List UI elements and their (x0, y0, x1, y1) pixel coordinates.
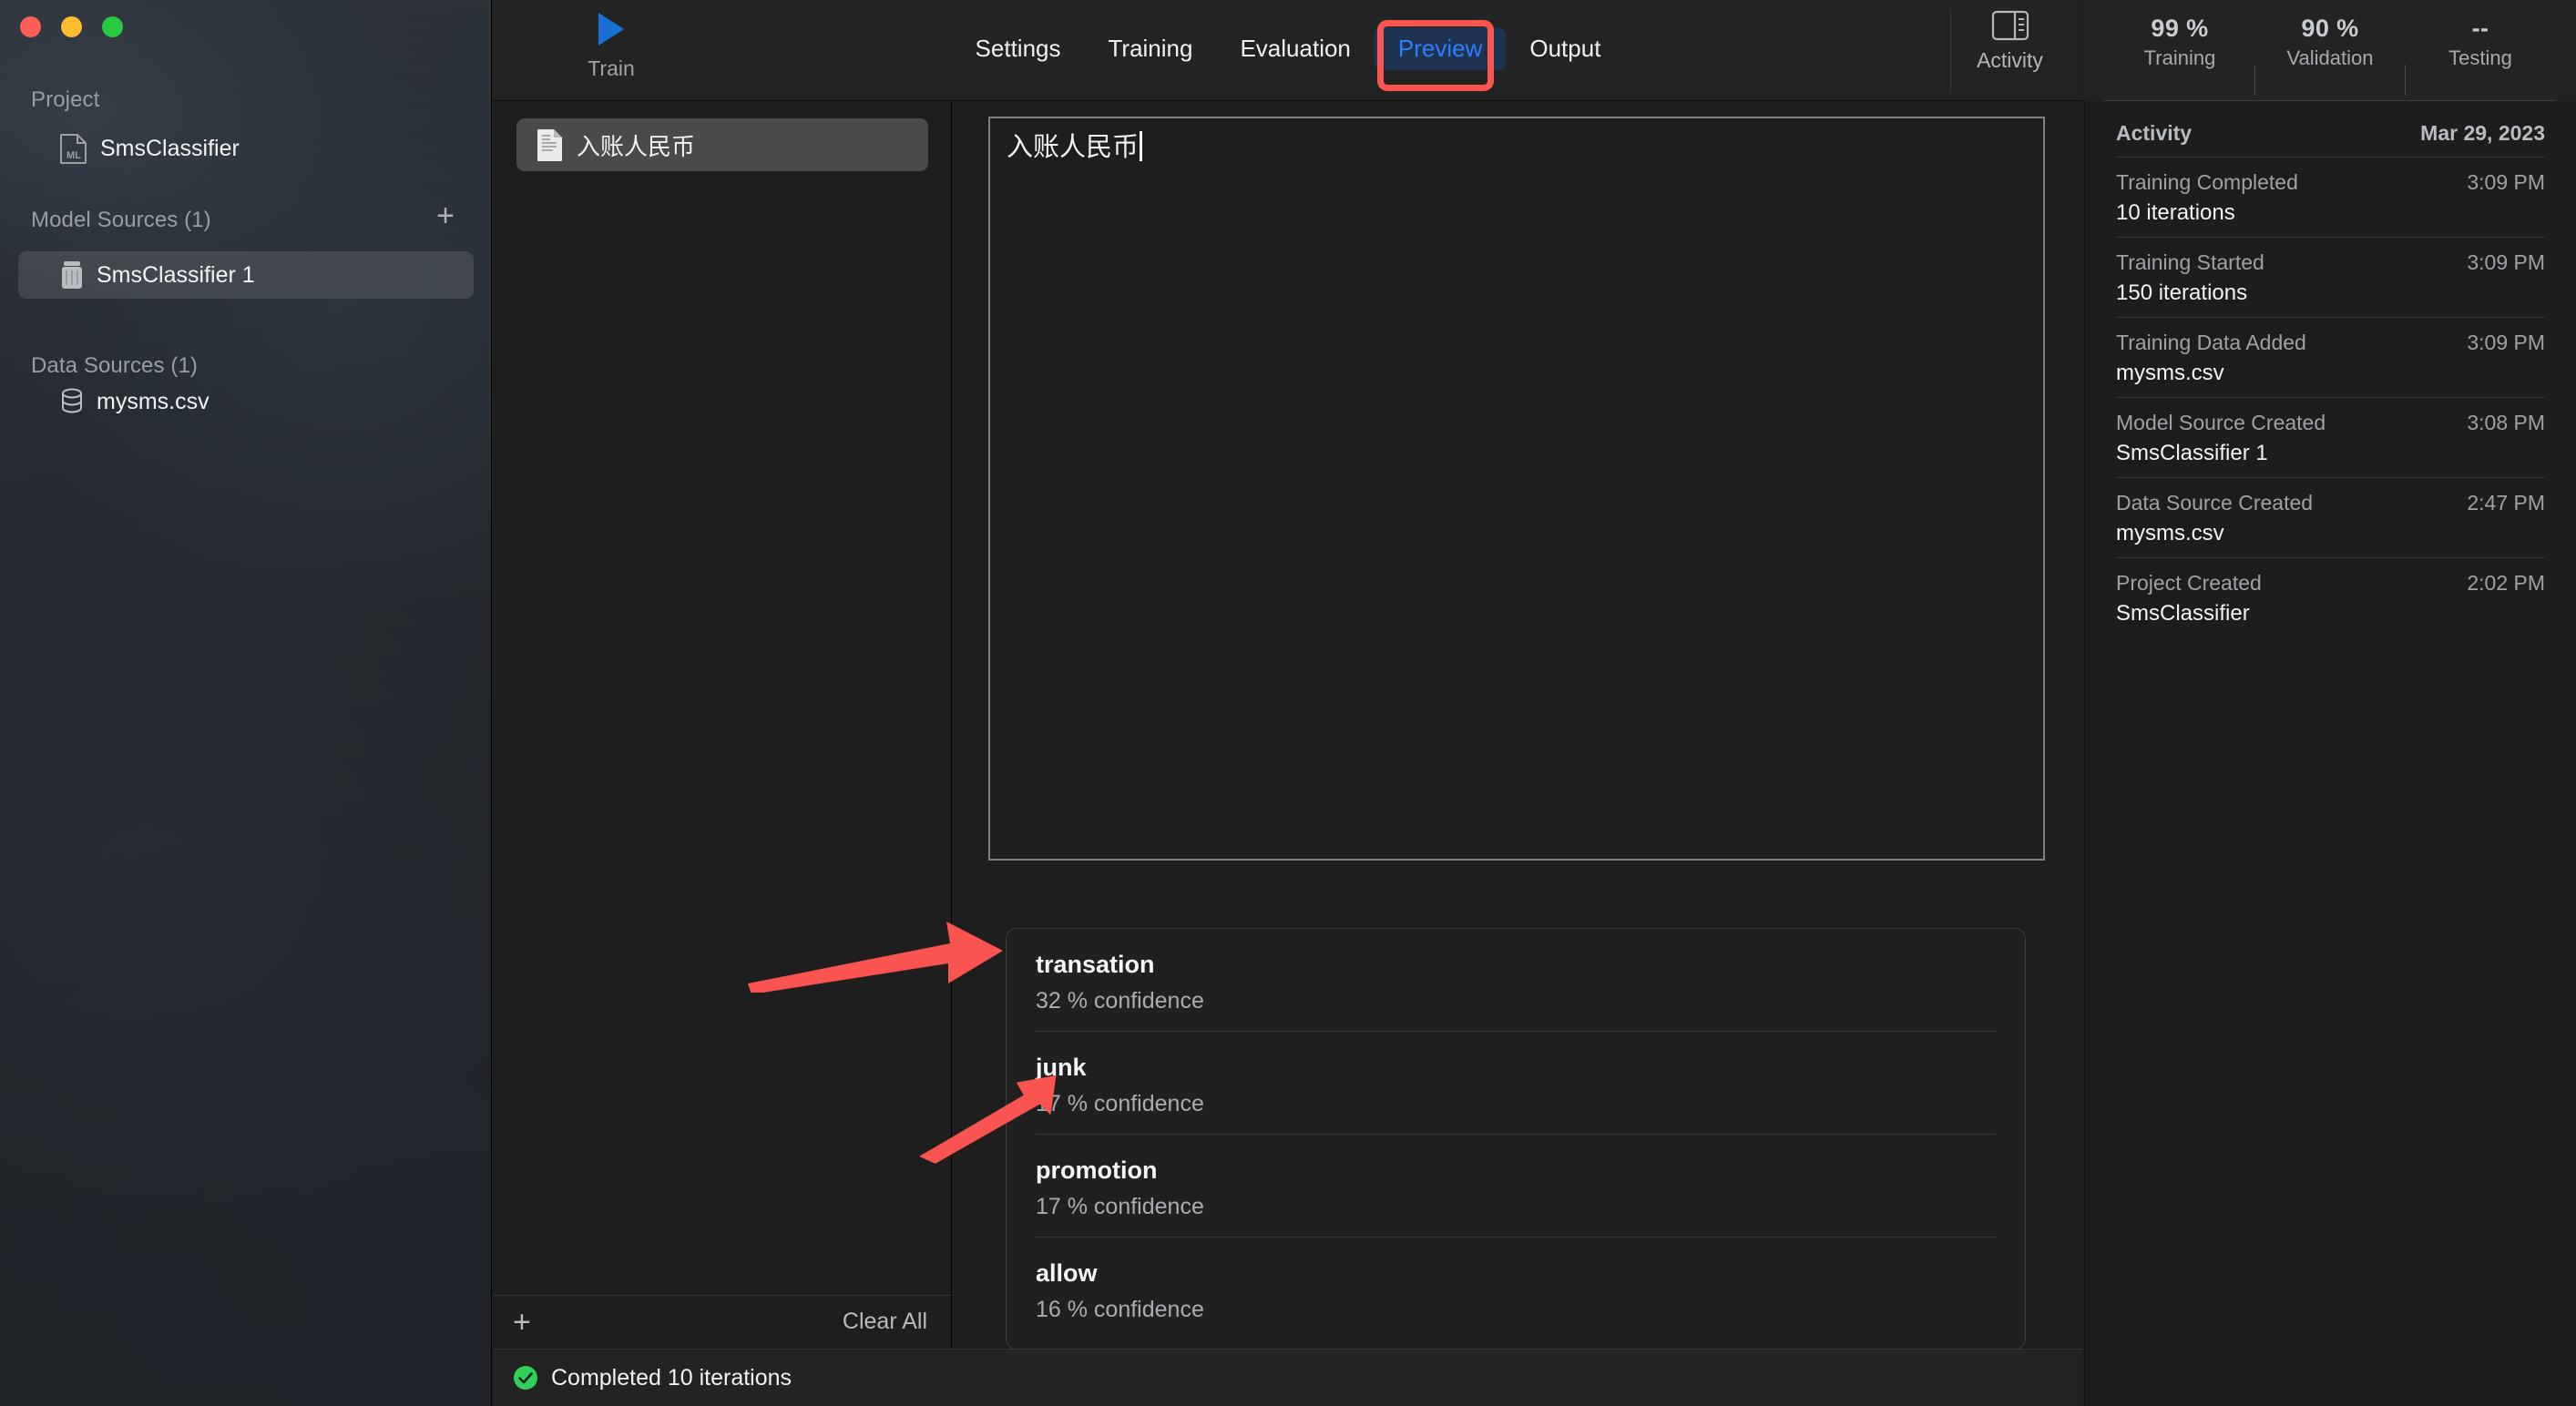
tab-evaluation[interactable]: Evaluation (1216, 27, 1374, 70)
prediction-results-card: transation 32 % confidence junk 17 % con… (1006, 928, 2026, 1350)
activity-item-detail: 10 iterations (2116, 200, 2545, 226)
text-document-icon (537, 128, 564, 161)
activity-panel-title: Activity (2116, 121, 2192, 146)
tab-output[interactable]: Output (1506, 27, 1624, 70)
metric-training: 99 % Training (2105, 15, 2254, 70)
status-bar: Completed 10 iterations (493, 1349, 2083, 1406)
add-preview-item-button[interactable]: + (513, 1307, 531, 1338)
activity-item-detail: 150 iterations (2116, 280, 2545, 306)
prediction-confidence: 32 % confidence (1036, 988, 1996, 1014)
activity-item-detail: mysms.csv (2116, 521, 2545, 546)
preview-input-list: 入账人民币 (493, 102, 952, 1327)
metric-caption: Testing (2448, 46, 2512, 70)
database-icon (60, 387, 84, 416)
preview-main-panel: 入账人民币 transation 32 % confidence junk 17… (953, 102, 2083, 1348)
preview-list-item-label: 入账人民币 (577, 128, 695, 162)
activity-item-title: Training Data Added (2116, 331, 2306, 355)
add-model-source-button[interactable]: + (430, 202, 461, 233)
preview-list-item[interactable]: 入账人民币 (516, 118, 928, 171)
prediction-label: junk (1036, 1054, 1996, 1082)
activity-item: Project Created 2:02 PM SmsClassifier (2116, 557, 2545, 637)
activity-item-title: Training Completed (2116, 170, 2298, 195)
prediction-label: allow (1036, 1259, 1996, 1288)
metric-value: 99 % (2151, 15, 2208, 43)
sidebar-item-model-source-smsclassifier-1[interactable]: SmsClassifier 1 (18, 251, 474, 299)
activity-item-time: 3:09 PM (2467, 170, 2545, 195)
app-window: Project ML SmsClassifier Model Sources (… (0, 0, 2576, 1406)
activity-item-detail: SmsClassifier 1 (2116, 441, 2545, 466)
preview-text-input[interactable]: 入账人民币 (988, 117, 2045, 861)
window-traffic-lights (20, 16, 123, 37)
metric-caption: Training (2144, 46, 2216, 70)
prediction-row: allow 16 % confidence (1036, 1237, 1996, 1340)
tab-settings[interactable]: Settings (952, 27, 1085, 70)
metric-value: -- (2472, 15, 2489, 43)
prediction-confidence: 16 % confidence (1036, 1297, 1996, 1323)
activity-item-time: 3:09 PM (2467, 250, 2545, 275)
tab-preview[interactable]: Preview (1375, 27, 1506, 70)
sidebar-section-header-project: Project (31, 87, 99, 113)
activity-item-title: Model Source Created (2116, 411, 2326, 435)
activity-panel-toggle-button[interactable]: Activity (1950, 9, 2069, 93)
minimize-window-button[interactable] (61, 16, 82, 37)
ml-document-icon: ML (60, 133, 87, 164)
model-source-icon (60, 260, 84, 290)
prediction-confidence: 17 % confidence (1036, 1194, 1996, 1220)
sidebar-section-header-model-sources: Model Sources (1) (31, 208, 211, 233)
activity-toggle-label: Activity (1977, 48, 2043, 73)
activity-panel-header: Activity Mar 29, 2023 (2116, 101, 2545, 157)
activity-item: Model Source Created 3:08 PM SmsClassifi… (2116, 397, 2545, 477)
prediction-row: promotion 17 % confidence (1036, 1134, 1996, 1237)
activity-item: Training Completed 3:09 PM 10 iterations (2116, 157, 2545, 237)
preview-list-footer: + Clear All (493, 1295, 952, 1348)
sidebar-panel-icon (1991, 9, 2029, 42)
preview-text-input-value: 入账人民币 (1007, 131, 1139, 164)
toolbar: Train Settings Training Evaluation Previ… (493, 0, 2083, 101)
success-check-icon (513, 1365, 538, 1391)
tab-bar: Settings Training Evaluation Preview Out… (493, 27, 2083, 70)
metrics-bar: 99 % Training 90 % Validation -- Testing (2084, 0, 2576, 101)
activity-item-title: Data Source Created (2116, 491, 2313, 515)
activity-item-detail: SmsClassifier (2116, 601, 2545, 627)
prediction-label: transation (1036, 951, 1996, 979)
activity-item: Data Source Created 2:47 PM mysms.csv (2116, 477, 2545, 557)
clear-all-button[interactable]: Clear All (843, 1309, 927, 1335)
activity-item: Training Started 3:09 PM 150 iterations (2116, 237, 2545, 317)
status-text: Completed 10 iterations (551, 1365, 792, 1391)
tab-training[interactable]: Training (1085, 27, 1217, 70)
metric-value: 90 % (2301, 15, 2358, 43)
activity-panel: Activity Mar 29, 2023 Training Completed… (2084, 101, 2576, 1406)
prediction-row: junk 17 % confidence (1036, 1031, 1996, 1134)
activity-item-time: 3:08 PM (2467, 411, 2545, 435)
activity-item-time: 2:47 PM (2467, 491, 2545, 515)
metric-caption: Validation (2287, 46, 2374, 70)
sidebar-item-label: mysms.csv (97, 389, 210, 415)
sidebar-item-project-smsclassifier[interactable]: ML SmsClassifier (18, 125, 474, 172)
prediction-row: transation 32 % confidence (1036, 929, 1996, 1031)
activity-item-title: Training Started (2116, 250, 2264, 275)
close-window-button[interactable] (20, 16, 41, 37)
prediction-label: promotion (1036, 1156, 1996, 1185)
activity-panel-date: Mar 29, 2023 (2420, 121, 2545, 146)
metric-validation: 90 % Validation (2255, 15, 2405, 70)
sidebar-item-label: SmsClassifier 1 (97, 262, 255, 289)
sidebar: Project ML SmsClassifier Model Sources (… (0, 0, 492, 1406)
sidebar-item-label: SmsClassifier (100, 136, 240, 162)
activity-item-title: Project Created (2116, 571, 2262, 596)
activity-item-time: 3:09 PM (2467, 331, 2545, 355)
activity-item: Training Data Added 3:09 PM mysms.csv (2116, 317, 2545, 397)
svg-text:ML: ML (66, 150, 81, 161)
sidebar-section-header-data-sources: Data Sources (1) (31, 353, 198, 379)
prediction-confidence: 17 % confidence (1036, 1091, 1996, 1117)
maximize-window-button[interactable] (102, 16, 123, 37)
text-caret (1140, 131, 1142, 161)
metric-testing: -- Testing (2406, 15, 2555, 70)
sidebar-item-data-source-mysms-csv[interactable]: mysms.csv (18, 378, 474, 425)
activity-item-detail: mysms.csv (2116, 361, 2545, 386)
activity-item-time: 2:02 PM (2467, 571, 2545, 596)
